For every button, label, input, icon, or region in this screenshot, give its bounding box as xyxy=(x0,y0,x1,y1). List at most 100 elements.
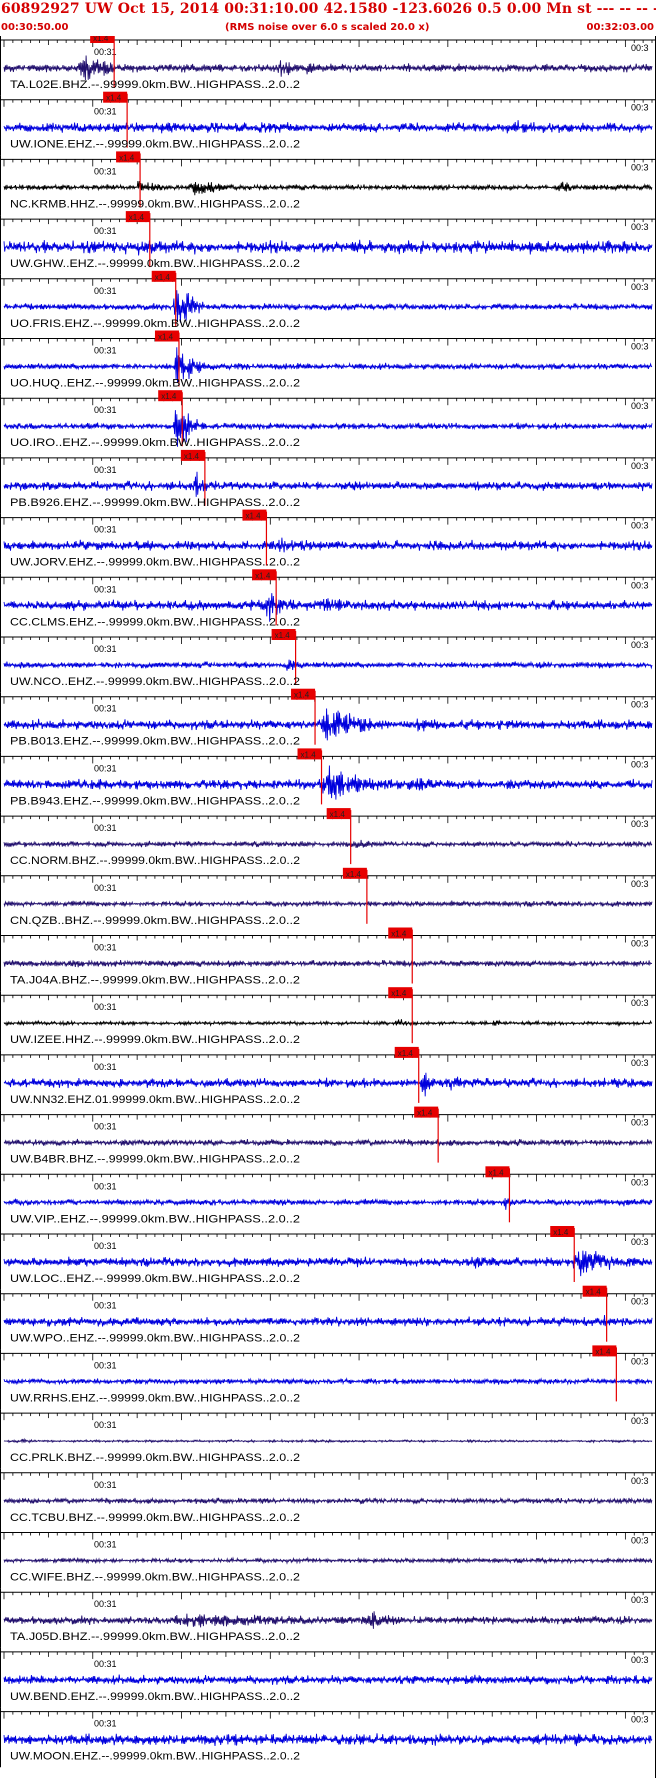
time-tick-label: 00:31 xyxy=(94,644,117,654)
station-label: TA.L02E.BHZ.--.99999.0km.BW..HIGHPASS..2… xyxy=(10,79,300,91)
time-tick-label: 00:31 xyxy=(94,1002,117,1012)
right-tick-label: 00:3 xyxy=(631,1058,649,1068)
time-tick-label: 00:31 xyxy=(94,1540,117,1550)
right-tick-label: 00:3 xyxy=(631,401,649,411)
station-label: PB.B013.EHZ.--.99999.0km.BW..HIGHPASS..2… xyxy=(10,736,300,748)
right-tick-label: 00:3 xyxy=(631,162,649,172)
time-tick-label: 00:31 xyxy=(94,166,117,176)
time-tick-label: 00:31 xyxy=(94,346,117,356)
right-tick-label: 00:3 xyxy=(631,1715,649,1725)
right-tick-label: 00:3 xyxy=(631,222,649,232)
station-label: UW.GHW..EHZ.--.99999.0km.BW..HIGHPASS..2… xyxy=(10,258,300,270)
right-tick-label: 00:3 xyxy=(631,1237,649,1247)
right-tick-label: 00:3 xyxy=(631,1118,649,1128)
right-tick-label: 00:3 xyxy=(631,103,649,113)
station-label: TA.J04A.BHZ.--.99999.0km.BW..HIGHPASS..2… xyxy=(10,975,300,987)
station-label: UO.FRIS.EHZ.--.99999.0km.BW..HIGHPASS..2… xyxy=(10,318,300,330)
station-label: UW.WPO..EHZ.--.99999.0km.BW..HIGHPASS..2… xyxy=(10,1333,300,1345)
pick-label: x1.4 xyxy=(398,1049,414,1058)
time-tick-label: 00:31 xyxy=(94,1301,117,1311)
time-tick-label: 00:31 xyxy=(94,107,117,117)
station-label: UW.JORV.EHZ.--.99999.0km.BW..HIGHPASS..2… xyxy=(10,557,300,569)
right-tick-label: 00:3 xyxy=(631,939,649,949)
pick-label: x1.4 xyxy=(161,392,177,401)
pick-label: x1.4 xyxy=(155,273,171,282)
right-tick-label: 00:3 xyxy=(631,879,649,889)
time-tick-label: 00:31 xyxy=(94,1719,117,1729)
time-tick-label: 00:31 xyxy=(94,1420,117,1430)
waveform-trace xyxy=(3,1314,653,1327)
right-tick-label: 00:3 xyxy=(631,1536,649,1546)
waveform-trace xyxy=(3,1019,653,1027)
time-tick-label: 00:31 xyxy=(94,226,117,236)
waveform-trace xyxy=(3,1556,653,1565)
waveform-trace xyxy=(3,839,653,849)
right-tick-label: 00:3 xyxy=(631,282,649,292)
waveform-trace xyxy=(3,1072,653,1097)
time-tick-label: 00:31 xyxy=(94,763,117,773)
right-tick-label: 00:3 xyxy=(631,1476,649,1486)
seismogram-panel: 00:31 00:3 x1.4 TA.L02E.BHZ.--.99999.0km.BW… xyxy=(0,36,656,1778)
pick-label: x1.4 xyxy=(184,452,200,461)
time-tick-label: 00:31 xyxy=(94,1241,117,1251)
waveform-trace xyxy=(3,899,653,908)
pick-label: x1.4 xyxy=(129,213,145,222)
right-tick-label: 00:3 xyxy=(631,342,649,352)
waveform-trace xyxy=(3,1674,653,1685)
station-label: UW.NN32.EHZ.01.99999.0km.BW..HIGHPASS..2… xyxy=(10,1094,300,1106)
pick-label: x1.4 xyxy=(93,36,109,43)
time-tick-label: 00:31 xyxy=(94,1480,117,1490)
event-title: 60892927 UW Oct 15, 2014 00:31:10.00 42.… xyxy=(1,1,656,17)
waveform-trace xyxy=(3,1437,653,1444)
waveform-trace xyxy=(3,55,653,81)
pick-label: x1.4 xyxy=(245,512,261,521)
station-label: CC.TCBU.BHZ.--.99999.0km.BW..HIGHPASS..2… xyxy=(10,1512,300,1524)
time-tick-label: 00:31 xyxy=(94,883,117,893)
right-tick-label: 00:3 xyxy=(631,1595,649,1605)
station-label: CC.PRLK.BHZ.--.99999.0km.BW..HIGHPASS..2… xyxy=(10,1452,300,1464)
time-tick-label: 00:31 xyxy=(94,465,117,475)
right-tick-label: 00:3 xyxy=(631,640,649,650)
station-label: CC.WIFE.BHZ.--.99999.0km.BW..HIGHPASS..2… xyxy=(10,1572,300,1584)
time-tick-label: 00:31 xyxy=(94,1599,117,1609)
waveform-trace xyxy=(3,1733,653,1747)
pick-label: x1.4 xyxy=(391,930,407,939)
scale-note: (RMS noise over 6.0 s scaled 20.0 x) xyxy=(225,22,430,33)
right-tick-label: 00:3 xyxy=(631,1297,649,1307)
waveform-trace xyxy=(3,959,653,968)
right-tick-label: 00:3 xyxy=(631,819,649,829)
waveform-trace xyxy=(3,181,653,196)
right-tick-label: 00:3 xyxy=(631,43,649,53)
pick-label: x1.4 xyxy=(417,1109,433,1118)
pick-label: x1.4 xyxy=(330,810,346,819)
station-label: UW.LOC..EHZ.--.99999.0km.BW..HIGHPASS..2… xyxy=(10,1273,300,1285)
station-label: PB.B926.EHZ.--.99999.0km.BW..HIGHPASS..2… xyxy=(10,497,300,509)
pick-label: x1.4 xyxy=(119,153,135,162)
pick-label: x1.4 xyxy=(553,1228,569,1237)
pick-label: x1.4 xyxy=(346,870,362,879)
waveform-trace xyxy=(3,120,653,134)
right-tick-label: 00:3 xyxy=(631,700,649,710)
station-label: UW.IONE.EHZ.--.99999.0km.BW..HIGHPASS..2… xyxy=(10,139,300,151)
station-label: UW.IZEE.HHZ.--.99999.0km.BW..HIGHPASS..2… xyxy=(10,1034,300,1046)
time-tick-label: 00:31 xyxy=(94,1659,117,1669)
station-label: UW.VIP..EHZ.--.99999.0km.BW..HIGHPASS..2… xyxy=(10,1213,300,1225)
end-time: 00:32:03.00 xyxy=(586,22,654,33)
waveform-trace xyxy=(3,1611,653,1629)
waveform-trace xyxy=(3,537,653,553)
time-tick-label: 00:31 xyxy=(94,1181,117,1191)
station-label: UW.MOON.EHZ.--.99999.0km.BW..HIGHPASS..2… xyxy=(10,1751,300,1763)
time-tick-label: 00:31 xyxy=(94,943,117,953)
time-tick-label: 00:31 xyxy=(94,1360,117,1370)
pick-label: x1.4 xyxy=(158,333,174,342)
pick-label: x1.4 xyxy=(391,989,407,998)
pick-label: x1.4 xyxy=(275,631,291,640)
pick-label: x1.4 xyxy=(586,1288,602,1297)
station-label: CN.QZB..BHZ.--.99999.0km.BW..HIGHPASS..2… xyxy=(10,915,300,927)
pick-label: x1.4 xyxy=(301,750,317,759)
pick-label: x1.4 xyxy=(106,94,122,103)
station-label: UW.B4BR.BHZ.--.99999.0km.BW..HIGHPASS..2… xyxy=(10,1154,300,1166)
waveform-trace xyxy=(3,659,653,671)
time-tick-label: 00:31 xyxy=(94,525,117,535)
right-tick-label: 00:3 xyxy=(631,759,649,769)
